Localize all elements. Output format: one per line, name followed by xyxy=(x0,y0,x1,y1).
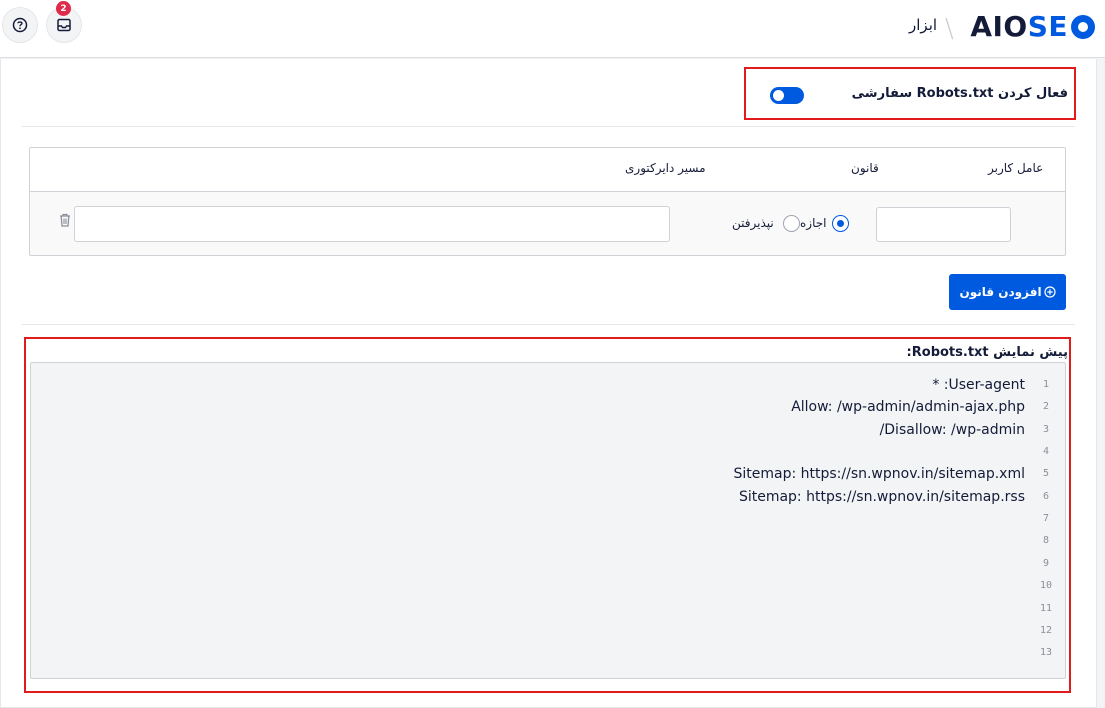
user-agent-input[interactable] xyxy=(876,207,1011,242)
breadcrumb-separator: \ xyxy=(945,14,954,44)
column-header-directory-path: مسیر دایرکتوری xyxy=(625,161,706,175)
logo-text-se: SE xyxy=(1027,9,1068,43)
breadcrumb[interactable]: ابزار xyxy=(909,16,937,34)
rules-table-header xyxy=(30,148,1065,192)
column-header-rule: قانون xyxy=(851,161,879,175)
help-icon xyxy=(12,17,28,33)
rule-allow-label[interactable]: اجازه xyxy=(800,216,827,230)
directory-path-input[interactable] xyxy=(74,206,670,242)
logo-text-aio: AIO xyxy=(970,9,1028,43)
trash-icon[interactable] xyxy=(58,212,72,228)
highlight-frame-preview xyxy=(24,337,1071,693)
aioseo-logo[interactable]: AIO SE xyxy=(970,8,1098,44)
notification-badge: 2 xyxy=(56,1,71,16)
add-rule-label: افزودن قانون xyxy=(959,285,1042,299)
logo-gear-icon xyxy=(1068,12,1098,42)
divider xyxy=(22,324,1075,325)
add-rule-button[interactable]: افزودن قانون xyxy=(949,274,1066,310)
highlight-frame-toggle xyxy=(744,67,1076,120)
top-bar: 2 ابزار \ AIO SE xyxy=(0,0,1105,58)
divider xyxy=(22,126,1075,127)
column-header-user-agent: عامل کاربر xyxy=(988,161,1044,175)
inbox-icon xyxy=(57,18,71,32)
help-button[interactable] xyxy=(2,7,38,43)
rule-disallow-label[interactable]: نپذیرفتن xyxy=(732,216,774,230)
rule-allow-radio[interactable] xyxy=(832,215,849,232)
plus-circle-icon xyxy=(1043,286,1056,298)
rule-disallow-radio[interactable] xyxy=(783,215,800,232)
